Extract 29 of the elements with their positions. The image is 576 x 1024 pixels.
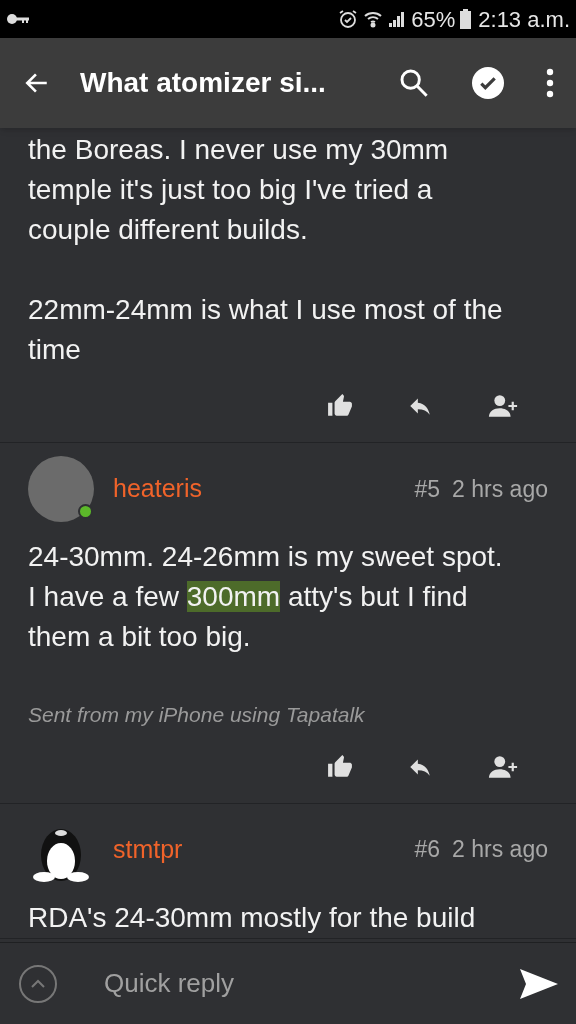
clock-time: 2:13 a.m. bbox=[478, 5, 570, 34]
post-number: #5 bbox=[414, 474, 441, 504]
author-name[interactable]: stmtpr bbox=[113, 830, 183, 869]
thumbs-up-icon[interactable] bbox=[326, 393, 354, 419]
battery-percent: 65% bbox=[411, 5, 456, 34]
search-icon[interactable] bbox=[398, 67, 430, 99]
post-text: the Boreas. I never use my 30mm temple it's just too big I've tried a couple different builds. bbox=[28, 133, 450, 247]
add-user-icon[interactable] bbox=[486, 753, 520, 780]
key-icon bbox=[6, 13, 30, 25]
add-user-icon[interactable] bbox=[486, 393, 520, 419]
post-text: 24-30mm. 24-26mm is my sweet spot. I have a few 300mm atty's but I find them a bit too big. bbox=[28, 540, 504, 654]
check-circle-icon[interactable] bbox=[472, 67, 504, 99]
signature-text: Sent from my iPhone using Tapatalk bbox=[28, 702, 366, 728]
author-name[interactable]: heateris bbox=[113, 470, 202, 508]
post-text: RDA's 24-30mm mostly for the build bbox=[28, 900, 477, 935]
thumbs-up-icon[interactable] bbox=[326, 753, 354, 780]
post-time: 2 hrs ago bbox=[452, 835, 548, 865]
signal-icon bbox=[388, 10, 407, 28]
send-icon[interactable] bbox=[520, 968, 558, 999]
app-bar-title: What atomizer si... bbox=[80, 66, 326, 100]
post-text: 22mm-24mm is what I use most of the time bbox=[28, 293, 504, 367]
post-number: #6 bbox=[414, 835, 441, 865]
wifi-icon bbox=[363, 9, 384, 29]
post-time: 2 hrs ago bbox=[452, 474, 548, 504]
quick-reply-field[interactable]: Quick reply bbox=[104, 964, 520, 1003]
more-options-icon[interactable] bbox=[546, 68, 554, 98]
expand-up-icon[interactable] bbox=[18, 963, 58, 1004]
battery-icon bbox=[460, 9, 472, 29]
alarm-icon bbox=[338, 9, 359, 29]
